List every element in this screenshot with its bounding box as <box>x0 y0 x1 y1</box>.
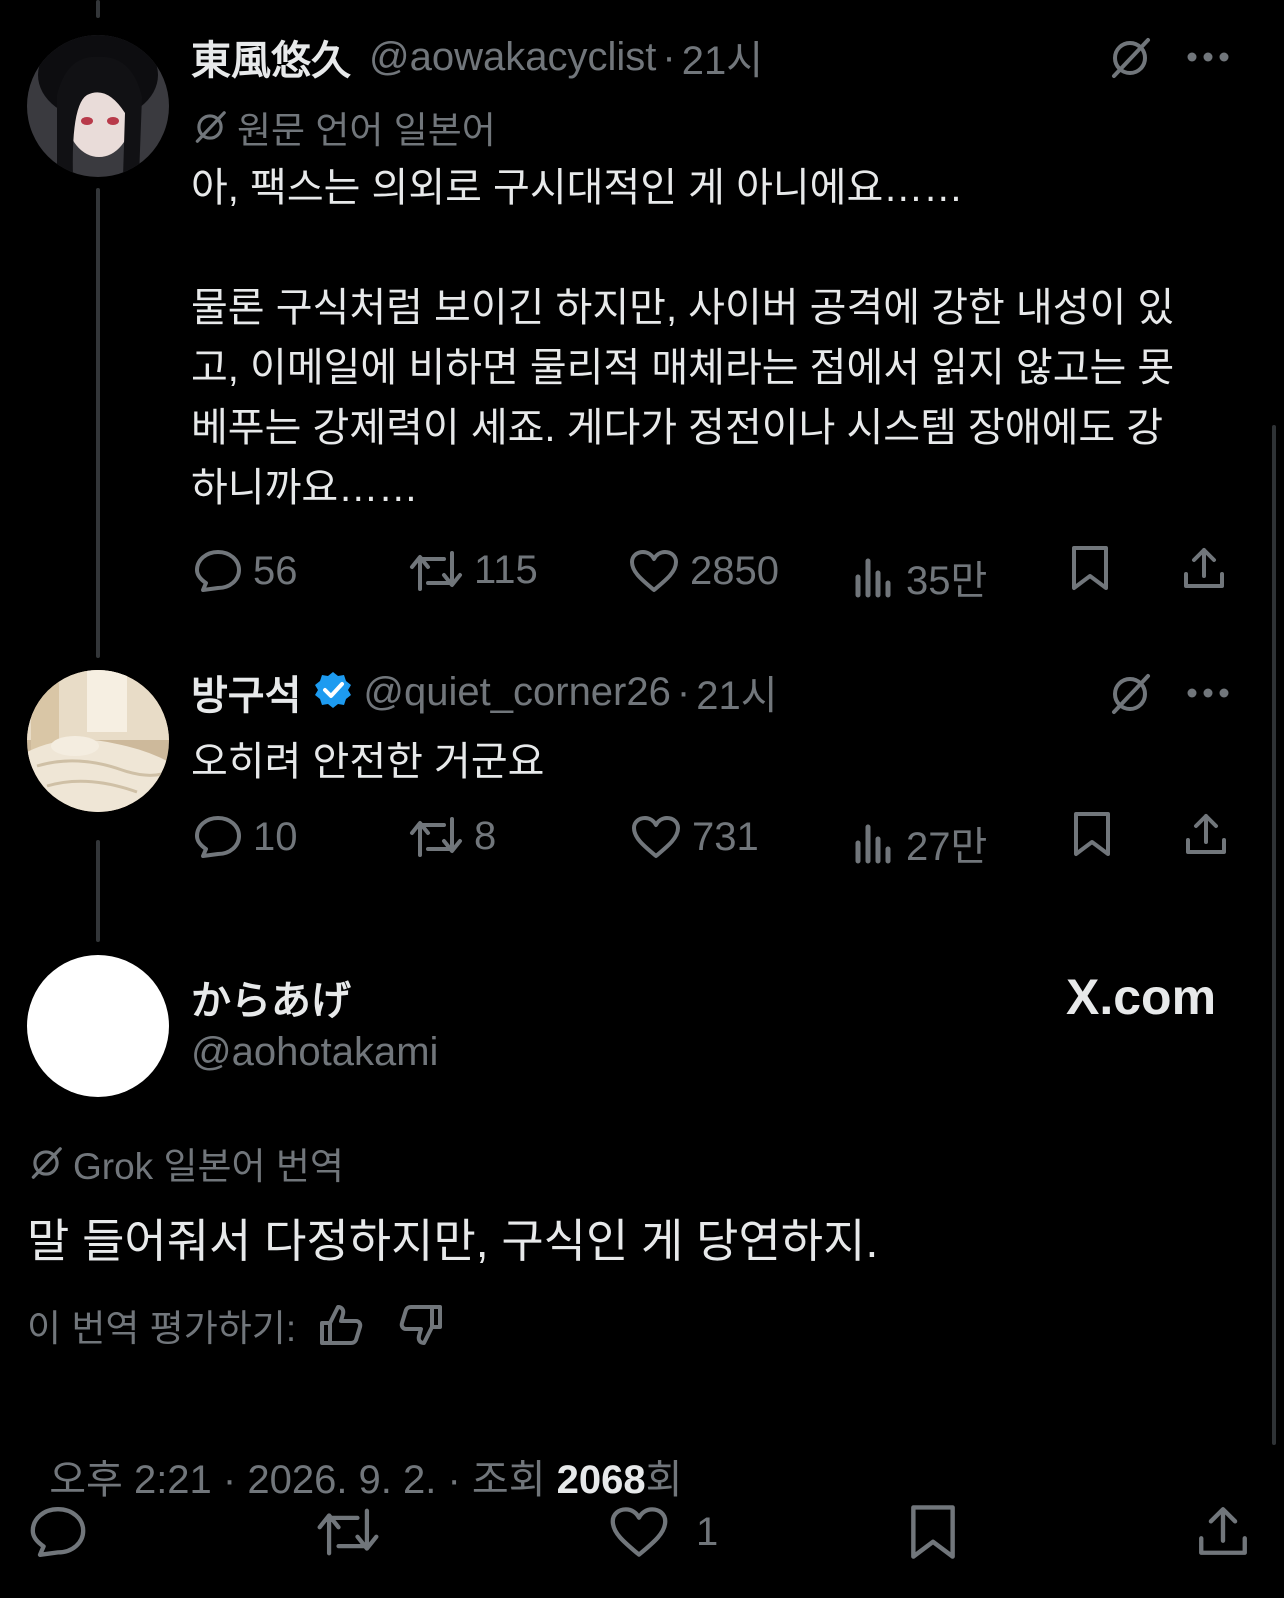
bookmark-icon <box>1074 812 1110 856</box>
repost-button[interactable] <box>314 1506 382 1563</box>
reply-button[interactable]: 10 <box>193 814 298 860</box>
like-count: 731 <box>692 814 759 859</box>
repost-button[interactable]: 115 <box>408 548 538 593</box>
like-icon <box>630 550 678 592</box>
bookmark-button[interactable] <box>1070 810 1114 863</box>
share-icon <box>1186 814 1226 854</box>
tweet-text: 아, 팩스는 의외로 구시대적인 게 아니에요…… 물론 구식처럼 보이긴 하지… <box>191 166 1175 510</box>
thumbs-down-icon[interactable] <box>398 1303 444 1347</box>
grok-icon <box>195 111 226 143</box>
more-icon[interactable] <box>1186 686 1230 704</box>
reply-icon <box>195 816 241 858</box>
display-name[interactable]: 東風悠久 <box>191 28 351 86</box>
repost-icon <box>410 550 462 591</box>
tweet-meta: 오후 2:21 · 2026. 9. 2. · 조회 2068회 <box>27 1402 682 1505</box>
repost-icon <box>317 1508 379 1556</box>
avatar[interactable] <box>27 670 169 812</box>
avatar[interactable] <box>27 35 169 177</box>
like-button[interactable]: 731 <box>630 814 759 860</box>
avatar[interactable] <box>27 955 169 1097</box>
tweet1-header: 東風悠久 @aowakacyclist · 21시 <box>191 30 763 84</box>
like-icon <box>610 1507 668 1557</box>
grok-icon[interactable] <box>1106 34 1154 87</box>
tweet-text: 말 들어줘서 다정하지만, 구식인 게 당연하지. <box>27 1215 879 1267</box>
translation-note: Grok 일본어 번역 <box>27 1136 344 1190</box>
grok-icon <box>31 1147 62 1179</box>
user-handle[interactable]: @aohotakami <box>191 1030 438 1075</box>
thread-line-2 <box>96 840 100 942</box>
share-button[interactable] <box>1194 1502 1252 1565</box>
reply-button[interactable]: 56 <box>193 548 298 594</box>
more-icon[interactable] <box>1186 50 1230 68</box>
thread-line-1 <box>96 188 100 658</box>
x-com-logo: X.com <box>1066 969 1217 1025</box>
user-handle[interactable]: @aowakacyclist <box>369 35 656 80</box>
reply-icon <box>30 1507 86 1557</box>
bookmark-icon <box>911 1505 955 1559</box>
view-count: 2068 <box>556 1458 646 1502</box>
grok-icon[interactable] <box>1106 670 1154 723</box>
dot-separator: · <box>676 669 691 714</box>
rate-translation-label: 이 번역 평가하기: <box>27 1308 297 1349</box>
scrollbar[interactable] <box>1272 425 1276 1445</box>
user-handle[interactable]: @quiet_corner26 <box>363 670 670 715</box>
views-icon <box>855 824 891 864</box>
like-count: 2850 <box>690 548 779 593</box>
translation-note-label: Grok 일본어 번역 <box>73 1146 344 1187</box>
timestamp[interactable]: 21시 <box>696 663 777 721</box>
verified-badge-icon <box>313 670 353 715</box>
views-button[interactable]: 35만 <box>852 548 987 606</box>
translation-note-label: 원문 언어 일본어 <box>237 110 496 151</box>
share-icon <box>1184 548 1224 588</box>
share-button[interactable] <box>1180 544 1228 597</box>
display-name[interactable]: からあげ <box>191 968 351 1026</box>
tweet-text: 오히려 안전한 거군요 <box>191 740 545 784</box>
bookmark-button[interactable] <box>906 1502 960 1567</box>
like-icon <box>632 816 680 858</box>
views-count: 27만 <box>906 825 988 869</box>
views-icon <box>855 558 891 598</box>
share-button[interactable] <box>1182 810 1230 863</box>
reply-button[interactable] <box>28 1504 88 1565</box>
display-name[interactable]: 방구석 <box>191 663 301 721</box>
reply-icon <box>195 550 241 592</box>
views-button[interactable]: 27만 <box>852 814 987 872</box>
tweet-timestamp[interactable]: 오후 2:21 · 2026. 9. 2. · 조회 <box>49 1458 556 1502</box>
reply-count: 10 <box>253 814 298 859</box>
views-count: 35만 <box>906 559 988 603</box>
dot-separator: · <box>662 34 676 79</box>
timestamp[interactable]: 21시 <box>682 28 763 86</box>
repost-count: 115 <box>474 548 538 592</box>
reply-count: 56 <box>253 548 298 593</box>
repost-count: 8 <box>474 814 497 858</box>
bookmark-button[interactable] <box>1068 544 1112 597</box>
like-button[interactable]: 1 <box>608 1504 718 1560</box>
repost-button[interactable]: 8 <box>408 814 496 859</box>
repost-icon <box>410 816 462 857</box>
translation-note: 원문 언어 일본어 <box>191 100 496 154</box>
bookmark-icon <box>1072 546 1108 590</box>
view-count-suffix: 회 <box>645 1458 683 1502</box>
share-icon <box>1199 1507 1247 1555</box>
thread-line-top <box>96 0 100 18</box>
rate-translation: 이 번역 평가하기: <box>27 1298 444 1352</box>
thumbs-up-icon[interactable] <box>318 1303 364 1347</box>
like-count: 1 <box>696 1509 719 1554</box>
like-button[interactable]: 2850 <box>628 548 779 594</box>
tweet2-header: 방구석 @quiet_corner26 · 21시 <box>191 665 778 719</box>
